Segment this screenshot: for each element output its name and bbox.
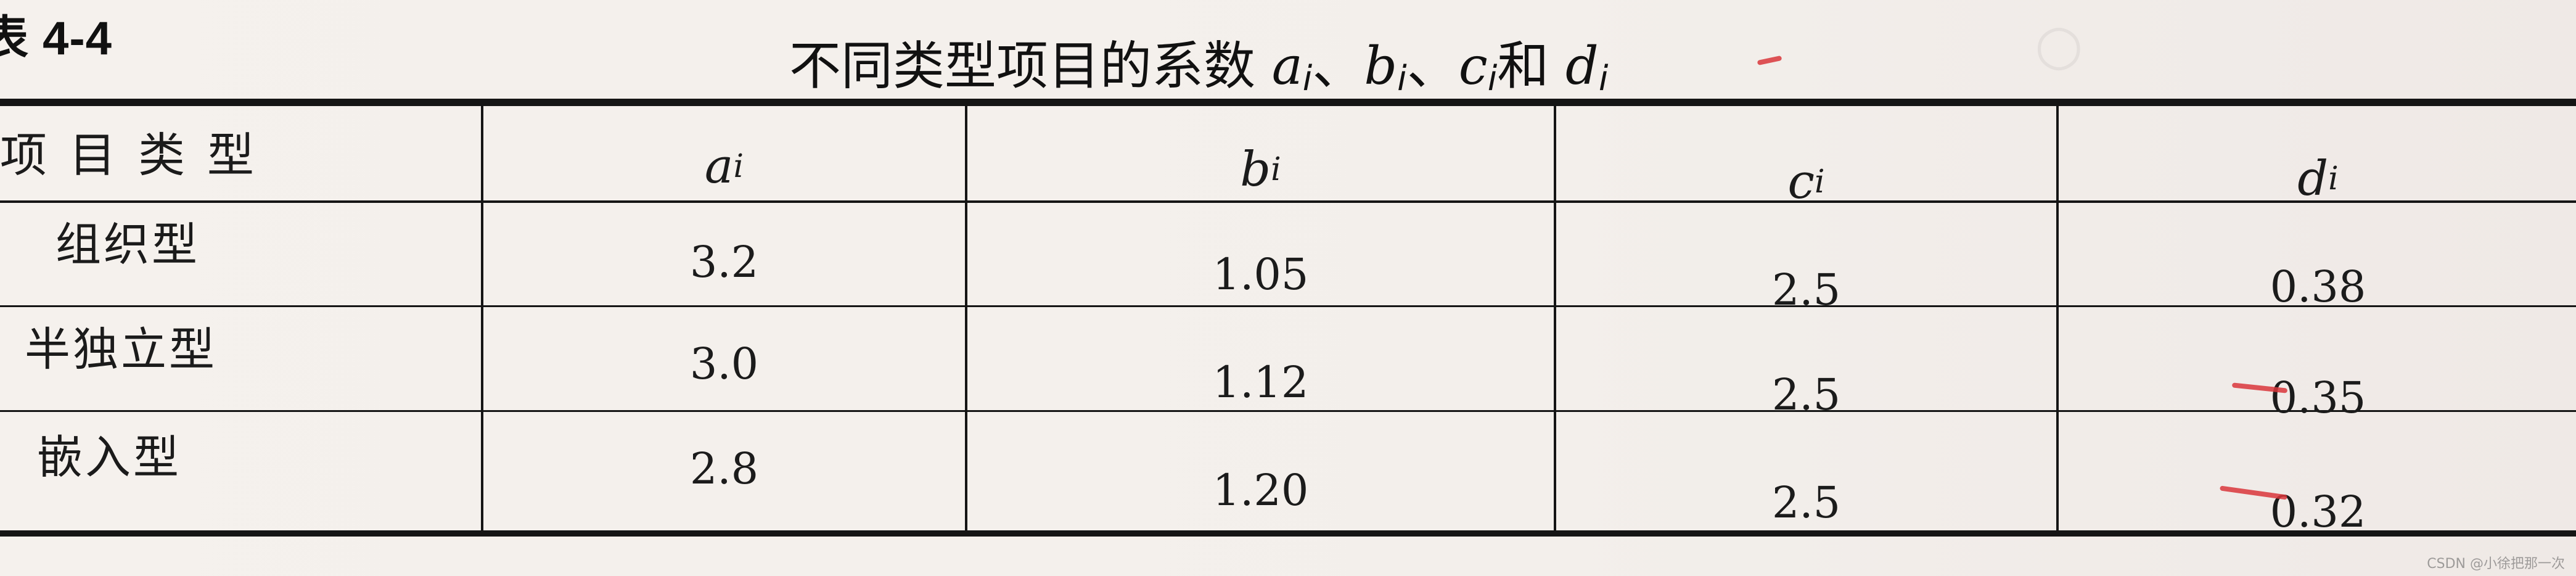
header-col-b-var: b [1240,142,1271,197]
header-col-b: bi [967,133,1554,207]
header-col-c-sub: i [1815,163,1825,200]
red-pen-mark-title [1757,55,1782,66]
row-1-a-value: 3.2 [689,237,759,287]
scanned-page: ○ 表 4-4 不同类型项目的系数 ai、bi、ci和 di 项目类型 ai b… [0,0,2576,576]
title-and: 和 [1497,36,1566,96]
bleed-through-decoration: ○ [2035,12,2083,77]
row-label-embedded: 嵌入型 [37,430,181,484]
row-3-d-value: 0.32 [2270,487,2366,537]
header-col-b-sub: i [1271,151,1281,188]
header-col-d-sub: i [2328,160,2339,197]
header-col-a-sub: i [733,148,744,185]
row-label-semi-detached: 半独立型 [25,323,217,376]
row-1-b-value: 1.05 [1212,249,1309,300]
row-2-b-value: 1.12 [1212,357,1309,408]
row-2-d-value: 0.35 [2270,372,2366,423]
row-3-c-value: 2.5 [1771,477,1841,528]
source-watermark: CSDN @小徐把那一次 [2427,556,2565,572]
row-label-organic: 组织型 [55,218,200,271]
header-col-c-var: c [1787,154,1815,210]
table-number-label: 表 4-4 [0,12,112,65]
title-var-d: d [1565,36,1599,96]
title-var-c: c [1458,36,1488,96]
row-1-c-value: 2.5 [1771,265,1841,315]
header-col-a: ai [483,130,965,204]
row-2-c-value: 2.5 [1771,369,1841,420]
title-sub-b: i [1397,59,1407,99]
title-var-a: a [1271,36,1303,96]
header-project-type: 项目类型 [0,128,276,183]
title-sub-d: i [1598,59,1609,99]
table-title-prefix: 不同类型项目的系数 [789,36,1272,96]
header-col-d: di [2059,142,2576,216]
title-var-b: b [1364,36,1398,96]
row-3-a-value: 2.8 [689,443,759,494]
title-sep-1: 、 [1312,36,1364,96]
title-sub-c: i [1487,59,1498,99]
title-sep-2: 、 [1406,36,1459,96]
coefficient-table: 项目类型 ai bi ci di 组织型 3.2 1.05 2.5 0.38 半… [0,99,2576,543]
header-col-d-var: d [2297,151,2329,207]
header-col-a-var: a [704,139,734,194]
row-1-d-value: 0.38 [2270,261,2366,312]
row-2-a-value: 3.0 [689,339,759,389]
title-sub-a: i [1302,59,1313,99]
table-title: 不同类型项目的系数 ai、bi、ci和 di [789,25,1608,99]
row-3-b-value: 1.20 [1212,465,1309,516]
table-top-rule [0,99,2576,106]
header-col-c: ci [1556,145,2056,219]
